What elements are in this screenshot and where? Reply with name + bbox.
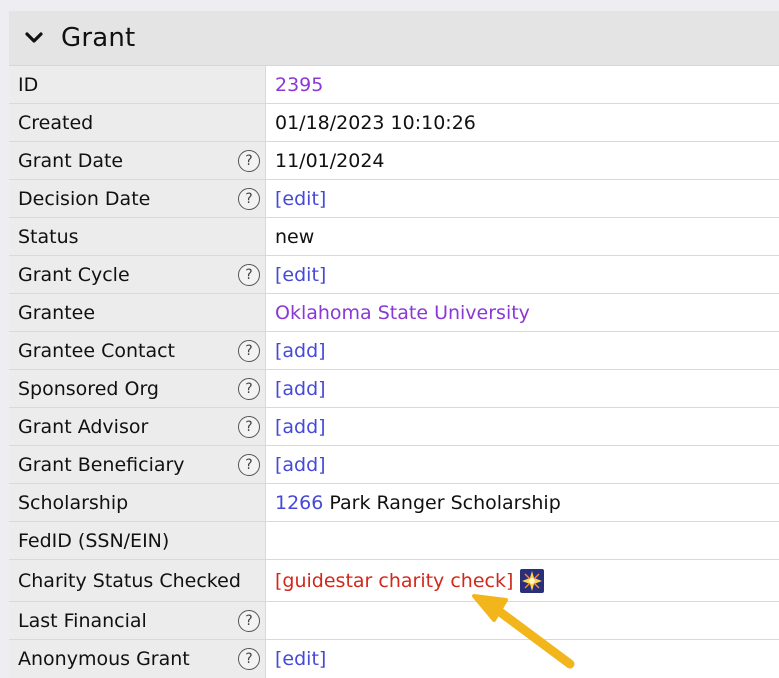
row-id: ID 2395 (9, 66, 779, 104)
anonymous-grant-edit-link[interactable]: [edit] (275, 648, 326, 670)
grant-advisor-add-link[interactable]: [add] (275, 416, 326, 438)
decision-date-edit-link[interactable]: [edit] (275, 188, 326, 210)
field-label: Grant Advisor (18, 415, 149, 438)
grant-id-link[interactable]: 2395 (275, 74, 323, 96)
grant-beneficiary-add-link[interactable]: [add] (275, 454, 326, 476)
row-status: Status new (9, 218, 779, 256)
grantee-link[interactable]: Oklahoma State University (275, 302, 530, 324)
guidestar-charity-check-link[interactable]: [guidestar charity check] (275, 570, 513, 592)
grant-date-value: 11/01/2024 (275, 149, 385, 172)
created-value: 01/18/2023 10:10:26 (275, 111, 476, 134)
field-label: Anonymous Grant (18, 648, 190, 670)
panel-header[interactable]: Grant (9, 11, 779, 66)
row-decision-date: Decision Date? [edit] (9, 180, 779, 218)
help-icon[interactable]: ? (238, 415, 260, 438)
field-label: Decision Date (18, 187, 151, 210)
help-icon[interactable]: ? (238, 453, 260, 476)
sponsored-org-add-link[interactable]: [add] (275, 378, 326, 400)
status-value: new (275, 225, 315, 248)
help-icon[interactable]: ? (238, 648, 260, 670)
row-fedid: FedID (SSN/EIN) (9, 522, 779, 560)
chevron-down-icon[interactable] (23, 27, 45, 49)
help-icon[interactable]: ? (238, 609, 260, 632)
row-grantee-contact: Grantee Contact? [add] (9, 332, 779, 370)
field-label: Grant Beneficiary (18, 453, 185, 476)
help-icon[interactable]: ? (238, 263, 260, 286)
field-label: Charity Status Checked (18, 569, 241, 592)
panel-title: Grant (61, 23, 136, 53)
field-label: Created (18, 111, 94, 134)
field-label: Grantee Contact (18, 339, 176, 362)
grant-cycle-edit-link[interactable]: [edit] (275, 264, 326, 286)
row-grant-cycle: Grant Cycle? [edit] (9, 256, 779, 294)
row-grant-advisor: Grant Advisor? [add] (9, 408, 779, 446)
field-label: Grantee (18, 301, 96, 324)
help-icon[interactable]: ? (238, 377, 260, 400)
sparkle-icon (520, 568, 545, 593)
row-scholarship: Scholarship 1266 Park Ranger Scholarship (9, 484, 779, 522)
scholarship-id-link[interactable]: 1266 (275, 492, 323, 514)
grant-panel: Grant ID 2395 Created 01/18/2023 10:10:2… (9, 11, 779, 678)
help-icon[interactable]: ? (238, 149, 260, 172)
row-anonymous-grant: Anonymous Grant? [edit] (9, 640, 779, 678)
row-charity-status: Charity Status Checked [guidestar charit… (9, 560, 779, 602)
row-grant-date: Grant Date? 11/01/2024 (9, 142, 779, 180)
row-sponsored-org: Sponsored Org? [add] (9, 370, 779, 408)
field-label: Grant Cycle (18, 263, 130, 286)
field-label: Scholarship (18, 491, 129, 514)
scholarship-name: Park Ranger Scholarship (323, 491, 561, 514)
field-label: Sponsored Org (18, 377, 159, 400)
field-label: FedID (SSN/EIN) (18, 529, 170, 552)
grantee-contact-add-link[interactable]: [add] (275, 340, 326, 362)
row-created: Created 01/18/2023 10:10:26 (9, 104, 779, 142)
field-label: Status (18, 225, 79, 248)
row-grant-beneficiary: Grant Beneficiary? [add] (9, 446, 779, 484)
row-grantee: Grantee Oklahoma State University (9, 294, 779, 332)
help-icon[interactable]: ? (238, 187, 260, 210)
field-label: Grant Date (18, 149, 124, 172)
field-label: Last Financial (18, 609, 147, 632)
help-icon[interactable]: ? (238, 339, 260, 362)
field-label: ID (18, 73, 39, 96)
row-last-financial: Last Financial? (9, 602, 779, 640)
